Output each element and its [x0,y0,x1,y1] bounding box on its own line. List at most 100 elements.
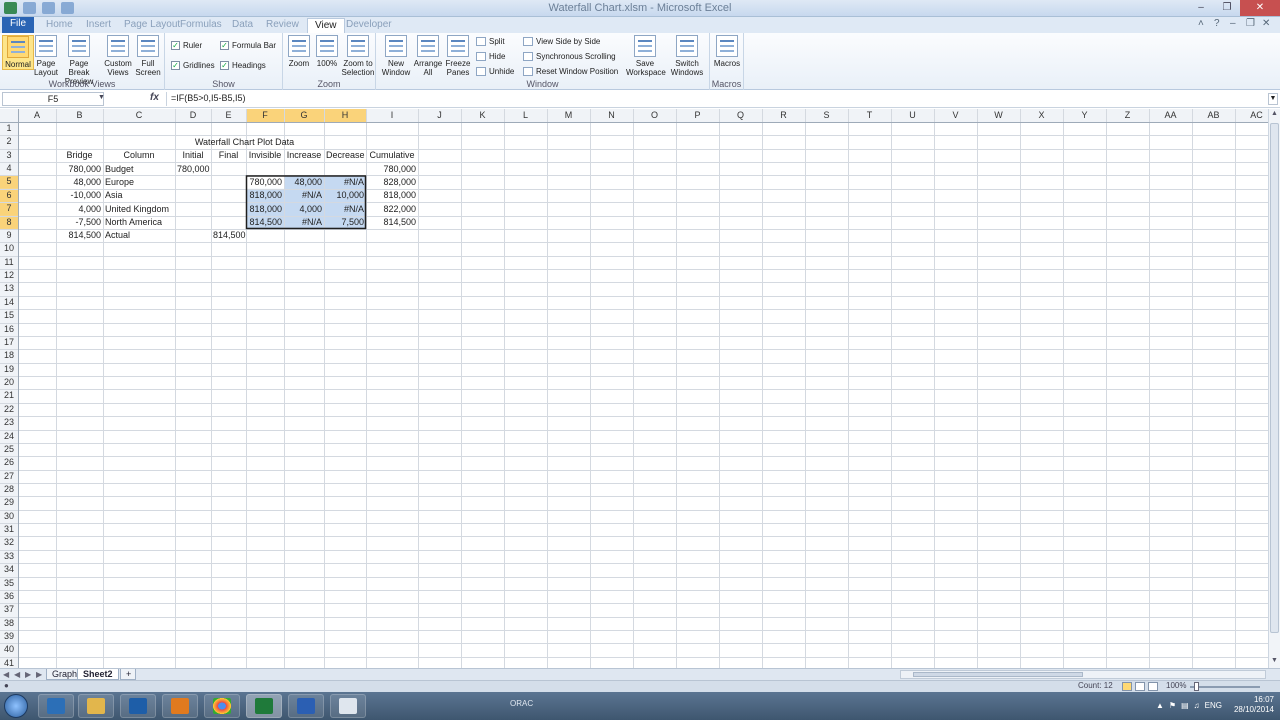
column-header-e[interactable]: E [211,110,246,123]
header-cell-d[interactable]: Initial [175,149,211,162]
cell-c7[interactable]: United Kingdom [103,203,175,216]
name-box[interactable]: F5 [2,92,104,106]
column-header-z[interactable]: Z [1106,110,1149,123]
column-header-v[interactable]: V [934,110,977,123]
cell-i5[interactable]: 828,000 [366,176,418,189]
horizontal-scrollbar[interactable] [900,670,1266,679]
last-sheet-icon[interactable]: ▶ [36,670,42,679]
cell-c9[interactable]: Actual [103,229,175,242]
formula-input[interactable]: =IF(B5>0,I5-B5,I5) [166,92,1266,106]
zoom-level[interactable]: 100% [1166,681,1186,690]
column-header-w[interactable]: W [977,110,1020,123]
row-header-35[interactable]: 35 [0,578,18,591]
gridlines-checkbox[interactable]: ✓ Gridlines [171,61,215,70]
cell-e9[interactable]: 814,500 [211,229,246,242]
freeze-panes-button[interactable]: Freeze Panes [442,35,474,77]
header-cell-b[interactable]: Bridge [56,149,103,162]
row-header-2[interactable]: 2 [0,136,18,149]
cell-h6[interactable]: 10,000 [324,189,366,202]
row-header-19[interactable]: 19 [0,364,18,377]
row-header-8[interactable]: 8 [0,217,18,230]
first-sheet-icon[interactable]: ◀ [3,670,9,679]
cell-i7[interactable]: 822,000 [366,203,418,216]
tab-developer[interactable]: Developer [346,18,392,33]
taskbar-excel[interactable] [246,694,282,718]
reset-window-position-button[interactable]: Reset Window Position [523,67,618,76]
column-header-h[interactable]: H [324,110,366,123]
flag-icon[interactable]: ⚑ [1169,701,1176,710]
taskbar-app[interactable] [162,694,198,718]
zoom-to-selection-button[interactable]: Zoom to Selection [341,35,375,77]
formula-bar-checkbox[interactable]: ✓ Formula Bar [220,41,276,50]
network-icon[interactable]: ▤ [1181,701,1189,710]
row-header-39[interactable]: 39 [0,631,18,644]
column-header-s[interactable]: S [805,110,848,123]
tab-page-layout[interactable]: Page Layout [124,18,180,33]
taskbar-window[interactable] [330,694,366,718]
cell-c5[interactable]: Europe [103,176,175,189]
taskbar-chrome[interactable] [204,694,240,718]
zoom-slider-knob[interactable] [1194,682,1199,691]
header-cell-e[interactable]: Final [211,149,246,162]
column-header-x[interactable]: X [1020,110,1063,123]
zoom-100-button[interactable]: 100% [311,35,343,68]
row-header-40[interactable]: 40 [0,644,18,657]
save-workspace-button[interactable]: Save Workspace [626,35,666,77]
row-header-36[interactable]: 36 [0,591,18,604]
clock[interactable]: 16:07 28/10/2014 [1234,695,1274,715]
cell-f8[interactable]: 814,500 [246,216,284,229]
column-header-j[interactable]: J [418,110,461,123]
prev-sheet-icon[interactable]: ◀ [14,670,20,679]
normal-view-icon[interactable] [1122,682,1132,691]
row-header-15[interactable]: 15 [0,310,18,323]
column-header-c[interactable]: C [103,110,175,123]
cell-d4[interactable]: 780,000 [175,163,211,176]
column-header-r[interactable]: R [762,110,805,123]
horizontal-scroll-thumb[interactable] [913,672,1083,677]
cell-b8[interactable]: -7,500 [56,216,103,229]
cell-f7[interactable]: 818,000 [246,203,284,216]
language-indicator[interactable]: ENG [1205,701,1222,710]
header-cell-c[interactable]: Column [103,149,175,162]
headings-checkbox[interactable]: ✓ Headings [220,61,266,70]
row-header-6[interactable]: 6 [0,190,18,203]
cell-h8[interactable]: 7,500 [324,216,366,229]
column-header-o[interactable]: O [633,110,676,123]
cell-c8[interactable]: North America [103,216,175,229]
row-header-28[interactable]: 28 [0,484,18,497]
row-header-18[interactable]: 18 [0,350,18,363]
cell-h7[interactable]: #N/A [324,203,366,216]
tray-arrow-icon[interactable]: ▲ [1156,701,1164,710]
tab-review[interactable]: Review [266,18,299,33]
view-side-by-side-button[interactable]: View Side by Side [523,37,600,46]
column-header-q[interactable]: Q [719,110,762,123]
row-header-10[interactable]: 10 [0,243,18,256]
zoom-slider[interactable] [1190,682,1260,691]
macros-button[interactable]: Macros [711,35,743,68]
tab-view[interactable]: View [307,18,345,33]
collapse-ribbon-icon[interactable]: ˄ [1198,19,1208,29]
column-header-aa[interactable]: AA [1149,110,1192,123]
cell-g5[interactable]: 48,000 [284,176,324,189]
column-header-y[interactable]: Y [1063,110,1106,123]
column-header-ab[interactable]: AB [1192,110,1235,123]
cell-g6[interactable]: #N/A [284,189,324,202]
column-header-k[interactable]: K [461,110,504,123]
vertical-scrollbar[interactable]: ▲ ▼ [1268,109,1280,669]
taskbar-word[interactable] [288,694,324,718]
row-header-4[interactable]: 4 [0,163,18,176]
doc-minimize-icon[interactable]: – [1230,19,1240,29]
synchronous-scrolling-button[interactable]: Synchronous Scrolling [523,52,616,61]
header-cell-f[interactable]: Invisible [246,149,284,162]
cell-i6[interactable]: 818,000 [366,189,418,202]
column-header-a[interactable]: A [18,110,56,123]
row-header-1[interactable]: 1 [0,123,18,136]
sheet-tab-sheet2[interactable]: Sheet2 [77,669,119,680]
cell-h5[interactable]: #N/A [324,176,366,189]
row-header-13[interactable]: 13 [0,283,18,296]
column-header-b[interactable]: B [56,110,103,123]
cell-b5[interactable]: 48,000 [56,176,103,189]
ruler-checkbox[interactable]: ✓ Ruler [171,41,202,50]
column-header-i[interactable]: I [366,110,418,123]
cell-b7[interactable]: 4,000 [56,203,103,216]
